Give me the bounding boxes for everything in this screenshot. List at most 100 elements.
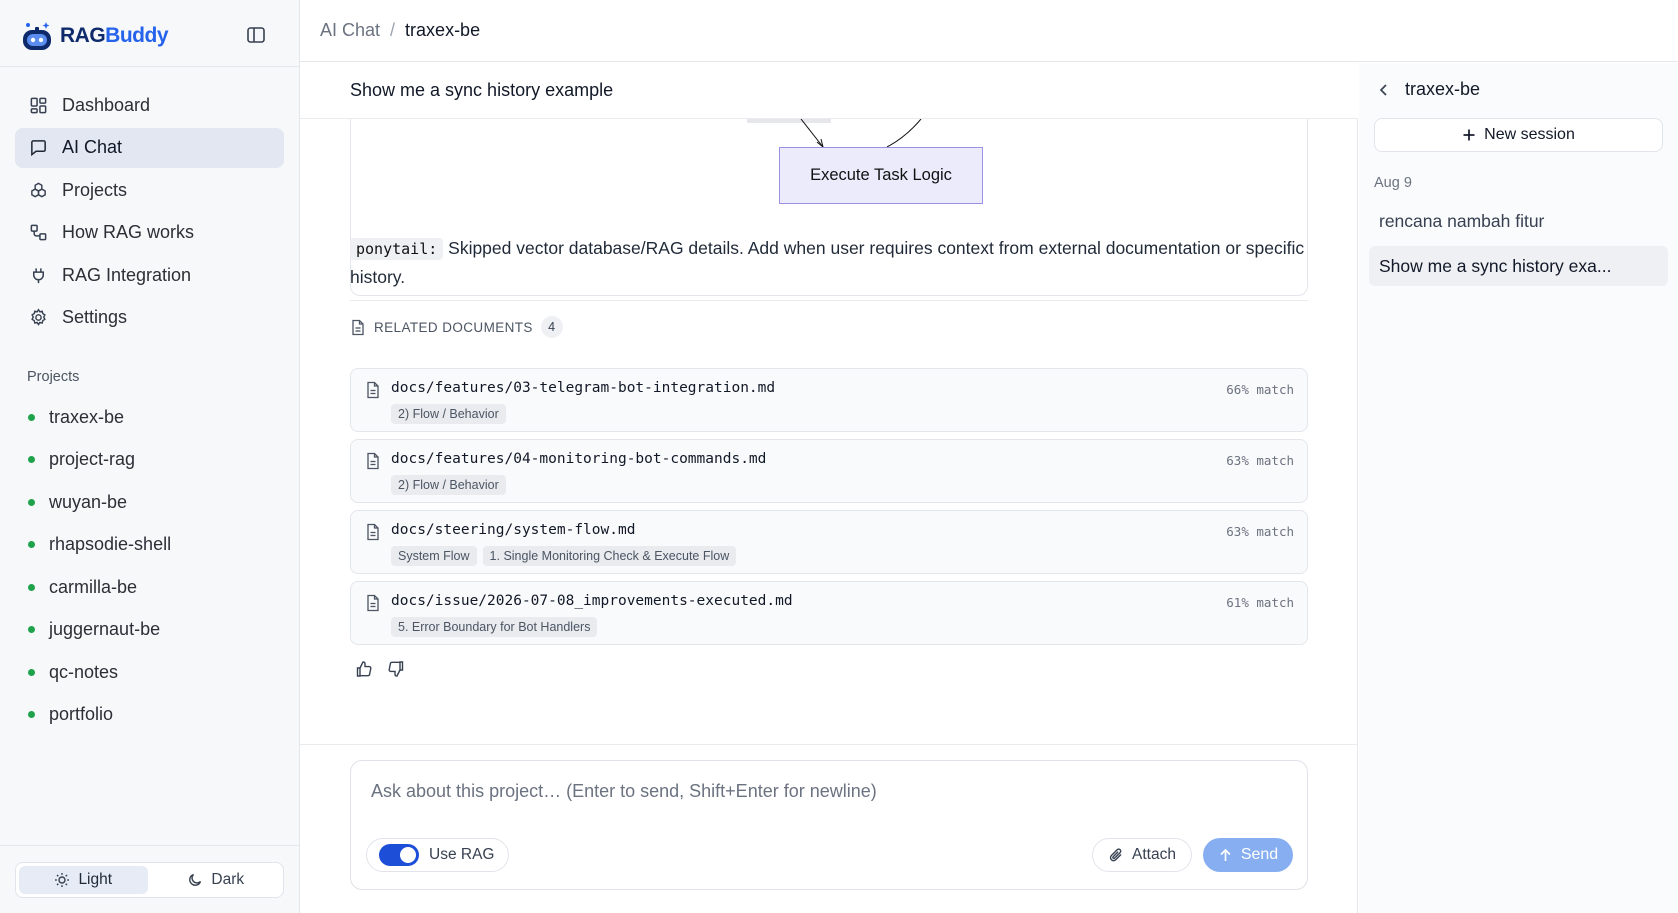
nav-item-ai-chat[interactable]: AI Chat — [15, 127, 284, 168]
projects-heading: Projects — [27, 369, 80, 385]
chat-icon — [31, 140, 46, 157]
document-path: docs/features/03-telegram-bot-integratio… — [391, 380, 776, 396]
document-tag: 2) Flow / Behavior — [391, 475, 506, 495]
nav-item-label: RAG Integration — [62, 264, 192, 285]
project-item-wuyan-be[interactable]: wuyan-be — [28, 481, 278, 524]
sessions-header: traxex-be — [1377, 79, 1480, 100]
nav-item-label: Projects — [62, 179, 128, 200]
chevron-left-icon — [1379, 83, 1387, 96]
note-text: Skipped vector database/RAG details. Add… — [350, 238, 1305, 287]
theme-light-button[interactable]: Light — [19, 866, 148, 894]
project-item-qc-notes[interactable]: qc-notes — [28, 651, 278, 694]
status-dot — [28, 668, 35, 676]
use-rag-toggle[interactable]: Use RAG — [366, 838, 510, 872]
thumbs-up-icon — [356, 661, 372, 677]
sun-icon — [55, 873, 70, 887]
project-item-traxex-be[interactable]: traxex-be — [28, 396, 278, 439]
related-documents-header: RELATED DOCUMENTS 4 — [350, 316, 563, 338]
brand-logo[interactable]: RAGBuddy — [20, 18, 168, 54]
use-rag-label: Use RAG — [429, 846, 495, 863]
project-label: juggernaut-be — [49, 619, 161, 640]
document-tag: System Flow — [391, 546, 477, 566]
robot-logo-icon — [23, 22, 51, 50]
new-session-button[interactable]: New session — [1374, 118, 1663, 152]
feedback-actions — [355, 660, 405, 678]
plus-icon — [1463, 129, 1475, 141]
related-document[interactable]: docs/features/04-monitoring-bot-commands… — [350, 439, 1308, 503]
nav-item-settings[interactable]: Settings — [15, 298, 284, 338]
session-item[interactable]: rencana nambah fitur — [1369, 201, 1668, 241]
project-item-portfolio[interactable]: portfolio — [28, 694, 278, 737]
send-label: Send — [1240, 846, 1279, 863]
project-label: portfolio — [49, 704, 114, 725]
project-list: traxex-be project-rag wuyan-be rhapsodie… — [28, 396, 278, 736]
document-icon — [352, 319, 364, 335]
sidebar-toggle-icon — [247, 27, 265, 43]
project-label: wuyan-be — [49, 491, 128, 512]
gear-icon — [31, 308, 46, 326]
theme-light-label: Light — [78, 871, 113, 888]
related-document[interactable]: docs/issue/2026-07-08_improvements-execu… — [350, 581, 1308, 645]
chat-input[interactable] — [371, 777, 1271, 805]
document-path: docs/issue/2026-07-08_improvements-execu… — [391, 593, 793, 609]
project-item-carmilla-be[interactable]: carmilla-be — [28, 566, 278, 609]
collapse-sidebar-button[interactable] — [246, 22, 266, 48]
nav-item-label: How RAG works — [62, 222, 195, 242]
project-label: carmilla-be — [49, 576, 138, 597]
rag-switch[interactable] — [379, 844, 419, 866]
document-match: 66% match — [1226, 382, 1294, 397]
document-icon — [367, 381, 379, 399]
breadcrumb-separator: / — [390, 20, 396, 40]
status-dot — [28, 413, 35, 421]
chat-title: Show me a sync history example — [300, 63, 1358, 119]
related-count-badge: 4 — [540, 316, 563, 338]
nav-item-rag-integration[interactable]: RAG Integration — [15, 255, 284, 295]
nav-item-dashboard[interactable]: Dashboard — [15, 85, 284, 125]
attach-button[interactable]: Attach — [1092, 838, 1192, 872]
nav-item-how-rag-works[interactable]: How RAG works — [15, 213, 284, 253]
assistant-note: ponytail: Skipped vector database/RAG de… — [350, 234, 1308, 291]
document-tags: 2) Flow / Behavior — [391, 404, 506, 424]
projects-icon — [31, 182, 46, 197]
nav-item-label: Dashboard — [62, 94, 151, 115]
nav-item-label: AI Chat — [62, 137, 123, 157]
document-icon — [367, 523, 379, 541]
document-tags: System Flow 1. Single Monitoring Check &… — [391, 546, 737, 566]
thumbs-up-button[interactable] — [355, 660, 373, 678]
project-item-project-rag[interactable]: project-rag — [28, 439, 278, 482]
send-button[interactable]: Send — [1203, 838, 1293, 872]
project-item-rhapsodie-shell[interactable]: rhapsodie-shell — [28, 524, 278, 567]
paperclip-icon — [1109, 848, 1122, 862]
project-label: project-rag — [49, 449, 136, 470]
project-label: traxex-be — [49, 406, 125, 427]
theme-dark-button[interactable]: Dark — [152, 866, 281, 894]
status-dot — [28, 626, 35, 634]
chat-panel: Execute Task Logic Show me a sync histor… — [300, 63, 1358, 913]
project-label: rhapsodie-shell — [49, 534, 172, 555]
diagram-node: Execute Task Logic — [779, 147, 983, 204]
related-documents-list: docs/features/03-telegram-bot-integratio… — [350, 368, 1308, 652]
breadcrumb-current: traxex-be — [405, 20, 481, 40]
session-date-group: Aug 9 — [1374, 175, 1412, 191]
nav-item-label: Settings — [62, 307, 128, 327]
related-document[interactable]: docs/features/03-telegram-bot-integratio… — [350, 368, 1308, 432]
document-match: 63% match — [1226, 524, 1294, 539]
related-documents-title: RELATED DOCUMENTS — [374, 319, 533, 335]
document-match: 61% match — [1226, 595, 1294, 610]
sidebar: RAGBuddy Dashboard AI Chat Projects How … — [0, 0, 300, 913]
theme-dark-label: Dark — [211, 871, 245, 888]
status-dot — [28, 711, 35, 719]
nav-item-projects[interactable]: Projects — [15, 170, 284, 210]
thumbs-down-button[interactable] — [387, 660, 405, 678]
related-document[interactable]: docs/steering/system-flow.md 63% match S… — [350, 510, 1308, 574]
breadcrumb: AI Chat / traxex-be — [300, 0, 1678, 62]
document-icon — [367, 594, 379, 612]
breadcrumb-root-link[interactable]: AI Chat — [320, 20, 380, 41]
back-button[interactable] — [1377, 83, 1391, 97]
theme-toggle: Light Dark — [15, 862, 284, 898]
dashboard-icon — [30, 97, 47, 113]
project-item-juggernaut-be[interactable]: juggernaut-be — [28, 609, 278, 652]
document-match: 63% match — [1226, 453, 1294, 468]
session-item-active[interactable]: Show me a sync history exa... — [1369, 246, 1668, 286]
thumbs-down-icon — [388, 661, 404, 677]
